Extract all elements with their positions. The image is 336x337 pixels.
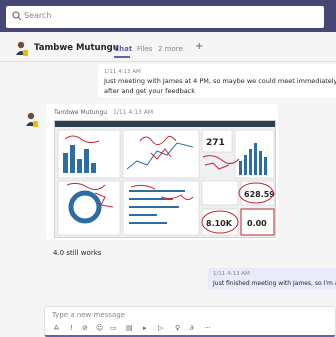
message-header: Tambwe Mutungu 1/11 4:13 AM	[54, 109, 153, 117]
message-self-1[interactable]: 1/11 4:13 AM Just meeting with James at …	[98, 64, 336, 98]
more-options-icon[interactable]: ···	[204, 323, 211, 333]
gif-icon[interactable]: ▭	[110, 323, 117, 333]
praise-icon[interactable]: ♀	[175, 323, 180, 333]
kpi-card-value: 8.10K	[206, 219, 233, 228]
message-self-2[interactable]: 1/11 4:13 AM Just finished meeting with …	[208, 268, 336, 290]
tab-files[interactable]: Files	[137, 44, 152, 54]
search-placeholder: Search	[24, 11, 52, 20]
important-icon[interactable]: !	[70, 323, 73, 333]
sender-name: Tambwe Mutungu	[54, 109, 108, 116]
add-tab-button[interactable]: +	[195, 42, 203, 52]
contact-avatar[interactable]	[15, 41, 29, 57]
search-icon	[12, 11, 22, 21]
kpi-card-value: 271	[206, 138, 225, 148]
attach-icon[interactable]: ⊘	[82, 323, 88, 333]
compose-placeholder[interactable]: Type a new message	[52, 310, 125, 320]
search-input[interactable]: Search	[6, 6, 324, 28]
meet-icon[interactable]: ▸	[143, 323, 147, 333]
tab-chat[interactable]: Chat	[114, 44, 132, 54]
message-timestamp: 1/11 4:13 AM	[104, 69, 141, 75]
stream-icon[interactable]: ▷	[158, 323, 163, 333]
message-caption: 4.0 still works	[53, 249, 102, 257]
top-bar: Search	[0, 0, 336, 32]
format-icon[interactable]: A	[54, 323, 59, 333]
loop-icon[interactable]: ∂	[190, 323, 194, 333]
attached-dashboard-image[interactable]: 271 628.59 8.10K 0.00	[54, 120, 276, 238]
message-timestamp: 1/11 4:13 AM	[213, 271, 250, 277]
sender-avatar[interactable]	[25, 112, 39, 128]
tab-chat-underline	[114, 56, 130, 58]
contact-name: Tambwe Mutungu	[34, 43, 119, 53]
message-text: Just finished meeting with James, so I'm…	[213, 280, 336, 287]
kpi-card-value: 0.00	[247, 219, 267, 228]
emoji-icon[interactable]: ☺	[96, 323, 103, 333]
message-text: Just meeting with James at 4 PM, so mayb…	[104, 77, 336, 95]
tab-more[interactable]: 2 more	[158, 44, 183, 54]
dashboard-screenshot: 271 628.59 8.10K 0.00	[55, 121, 275, 236]
sticker-icon[interactable]: ▤	[126, 323, 133, 333]
message-timestamp: 1/11 4:13 AM	[112, 109, 154, 116]
message-contact[interactable]: Tambwe Mutungu 1/11 4:13 AM 271 628.59 8…	[46, 104, 278, 240]
